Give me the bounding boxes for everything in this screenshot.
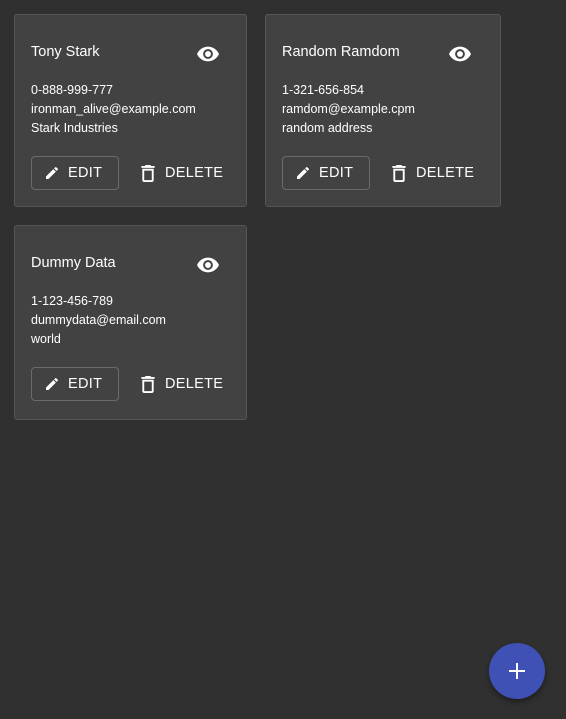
contact-phone: 0-888-999-777 bbox=[31, 83, 114, 97]
contact-name: Tony Stark bbox=[31, 44, 100, 60]
pencil-icon bbox=[44, 376, 60, 392]
contact-card: Dummy Data 1-123-456-789 dummydata@email… bbox=[14, 225, 247, 420]
edit-label: EDIT bbox=[68, 376, 103, 392]
delete-label: DELETE bbox=[165, 165, 224, 181]
add-contact-button[interactable] bbox=[489, 643, 545, 699]
eye-icon bbox=[197, 257, 219, 273]
delete-button[interactable]: DELETE bbox=[141, 156, 223, 190]
contact-email: dummydata@email.com bbox=[31, 313, 166, 327]
contacts-page: Tony Stark 0-888-999-777 ironman_alive@e… bbox=[0, 0, 566, 719]
trash-icon bbox=[141, 164, 155, 182]
contact-address: random address bbox=[282, 121, 373, 135]
delete-label: DELETE bbox=[416, 165, 475, 181]
edit-button[interactable]: EDIT bbox=[31, 367, 119, 401]
contact-info: 0-888-999-777 ironman_alive@example.com … bbox=[31, 81, 196, 138]
pencil-icon bbox=[295, 165, 311, 181]
contact-name: Dummy Data bbox=[31, 255, 116, 271]
view-contact-button[interactable] bbox=[448, 45, 472, 63]
contact-card: Tony Stark 0-888-999-777 ironman_alive@e… bbox=[14, 14, 247, 207]
contact-email: ironman_alive@example.com bbox=[31, 102, 196, 116]
delete-label: DELETE bbox=[165, 376, 224, 392]
trash-icon bbox=[141, 375, 155, 393]
view-contact-button[interactable] bbox=[196, 45, 220, 63]
edit-label: EDIT bbox=[319, 165, 354, 181]
edit-label: EDIT bbox=[68, 165, 103, 181]
contact-address: Stark Industries bbox=[31, 121, 118, 135]
contact-name: Random Ramdom bbox=[282, 44, 400, 60]
trash-icon bbox=[392, 164, 406, 182]
plus-icon bbox=[509, 663, 525, 679]
contact-card: Random Ramdom 1-321-656-854 ramdom@examp… bbox=[265, 14, 501, 207]
view-contact-button[interactable] bbox=[196, 256, 220, 274]
contact-info: 1-123-456-789 dummydata@email.com world bbox=[31, 292, 166, 349]
edit-button[interactable]: EDIT bbox=[31, 156, 119, 190]
eye-icon bbox=[449, 46, 471, 62]
contact-info: 1-321-656-854 ramdom@example.cpm random … bbox=[282, 81, 415, 138]
pencil-icon bbox=[44, 165, 60, 181]
edit-button[interactable]: EDIT bbox=[282, 156, 370, 190]
delete-button[interactable]: DELETE bbox=[141, 367, 223, 401]
eye-icon bbox=[197, 46, 219, 62]
delete-button[interactable]: DELETE bbox=[392, 156, 474, 190]
contact-email: ramdom@example.cpm bbox=[282, 102, 415, 116]
contact-phone: 1-123-456-789 bbox=[31, 294, 114, 308]
contact-address: world bbox=[31, 332, 61, 346]
contact-phone: 1-321-656-854 bbox=[282, 83, 365, 97]
